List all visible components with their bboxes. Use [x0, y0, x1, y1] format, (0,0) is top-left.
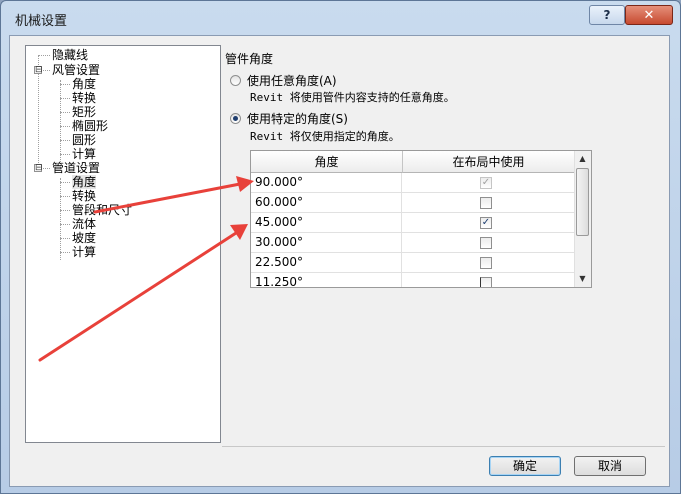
help-button[interactable]: ? — [589, 5, 625, 25]
grid-scrollbar[interactable]: ▲ ▼ — [574, 151, 591, 287]
use-in-layout-checkbox[interactable] — [480, 257, 492, 269]
use-in-layout-checkbox[interactable] — [480, 277, 492, 287]
tree-item-duct-conversion[interactable]: 转换 — [72, 91, 96, 105]
radio-any-angle[interactable] — [230, 75, 241, 86]
close-button[interactable]: ✕ — [625, 5, 673, 25]
tree-item-duct-oval[interactable]: 椭圆形 — [72, 119, 108, 133]
tree-item-duct-rectangular[interactable]: 矩形 — [72, 105, 96, 119]
use-in-layout-checkbox[interactable]: ✓ — [480, 217, 492, 229]
use-in-layout-checkbox[interactable] — [480, 197, 492, 209]
angle-value: 22.500° — [251, 253, 402, 272]
window-title: 机械设置 — [15, 14, 68, 29]
table-row[interactable]: 30.000° — [251, 233, 575, 253]
use-in-layout-checkbox: ✓ — [480, 177, 492, 189]
tree-item-duct-angles[interactable]: 角度 — [72, 77, 96, 91]
table-row[interactable]: 90.000° ✓ — [251, 173, 575, 193]
column-header-use-in-layout[interactable]: 在布局中使用 — [403, 151, 575, 173]
tree-item-pipe-calculation[interactable]: 计算 — [72, 245, 96, 259]
fitting-angles-title: 管件角度 — [225, 52, 274, 66]
tree-item-duct-round[interactable]: 圆形 — [72, 133, 96, 147]
tree-item-pipe-settings[interactable]: 管道设置 — [52, 161, 100, 175]
settings-tree[interactable]: 隐藏线 ⊟ 风管设置 角度 转换 矩形 椭圆形 圆形 计算 ⊟ 管道设置 角度 … — [25, 45, 221, 443]
angle-value: 60.000° — [251, 193, 402, 212]
cancel-button[interactable]: 取消 — [574, 456, 646, 476]
column-header-angle[interactable]: 角度 — [251, 151, 403, 173]
tree-item-pipe-slope[interactable]: 坡度 — [72, 231, 96, 245]
tree-item-pipe-angles[interactable]: 角度 — [72, 175, 97, 189]
tree-item-duct-settings[interactable]: 风管设置 — [52, 63, 100, 77]
scroll-up-icon[interactable]: ▲ — [575, 151, 590, 167]
ok-button[interactable]: 确定 — [489, 456, 561, 476]
option-any-angle-label: 使用任意角度(A) — [247, 74, 337, 88]
table-row[interactable]: 45.000° ✓ — [251, 213, 575, 233]
dialog-body: 隐藏线 ⊟ 风管设置 角度 转换 矩形 椭圆形 圆形 计算 ⊟ 管道设置 角度 … — [9, 35, 670, 487]
angle-value: 45.000° — [251, 213, 402, 232]
scroll-thumb[interactable] — [576, 168, 589, 236]
tree-item-duct-calculation[interactable]: 计算 — [72, 147, 96, 161]
option-specific-angle-desc: Revit 将仅使用指定的角度。 — [250, 130, 400, 143]
table-row[interactable]: 22.500° — [251, 253, 575, 273]
collapse-duct-icon[interactable]: ⊟ — [34, 66, 43, 75]
radio-specific-angle[interactable] — [230, 113, 241, 124]
option-specific-angle-label: 使用特定的角度(S) — [247, 112, 348, 126]
table-row[interactable]: 11.250° — [251, 273, 575, 287]
tree-item-pipe-segments[interactable]: 管段和尺寸 — [72, 203, 132, 217]
option-any-angle[interactable]: 使用任意角度(A) — [230, 72, 337, 89]
angle-value: 90.000° — [251, 173, 402, 192]
angle-value: 11.250° — [251, 273, 402, 287]
table-row[interactable]: 60.000° — [251, 193, 575, 213]
title-bar[interactable]: 机械设置 ? ✕ — [1, 1, 680, 35]
option-any-angle-desc: Revit 将使用管件内容支持的任意角度。 — [250, 91, 455, 104]
tree-item-hidden-lines[interactable]: 隐藏线 — [52, 48, 88, 62]
use-in-layout-checkbox[interactable] — [480, 237, 492, 249]
mechanical-settings-dialog: 机械设置 ? ✕ 隐藏线 ⊟ 风管设置 角度 转换 矩形 椭圆形 圆形 计算 ⊟… — [0, 0, 681, 494]
option-specific-angle[interactable]: 使用特定的角度(S) — [230, 110, 348, 127]
angle-grid[interactable]: 角度 在布局中使用 90.000° ✓ 60.000° 45.000° ✓ 30… — [250, 150, 592, 288]
angle-value: 30.000° — [251, 233, 402, 252]
collapse-pipe-icon[interactable]: ⊟ — [34, 164, 43, 173]
tree-item-pipe-conversion[interactable]: 转换 — [72, 189, 96, 203]
scroll-down-icon[interactable]: ▼ — [575, 271, 590, 287]
tree-item-pipe-fluids[interactable]: 流体 — [72, 217, 96, 231]
